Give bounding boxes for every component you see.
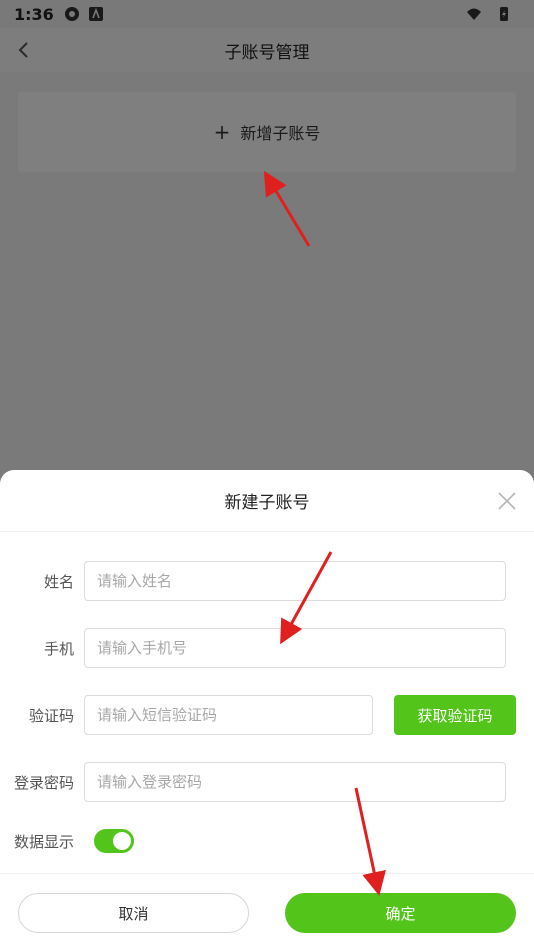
data-display-label: 数据显示 xyxy=(13,832,74,851)
phone-label: 手机 xyxy=(43,639,74,658)
close-icon[interactable] xyxy=(496,490,518,512)
toggle-knob xyxy=(113,832,131,850)
name-label: 姓名 xyxy=(43,572,74,591)
password-input[interactable] xyxy=(84,762,506,802)
password-label: 登录密码 xyxy=(13,773,74,792)
get-code-button[interactable]: 获取验证码 xyxy=(394,695,516,735)
phone-row: 手机 xyxy=(0,628,534,668)
cancel-button[interactable]: 取消 xyxy=(18,893,249,933)
new-subaccount-sheet: 新建子账号 姓名 手机 验证码 获取验证码 登录密码 数据显示 取消 确定 xyxy=(0,470,534,950)
verification-code-input[interactable] xyxy=(84,695,373,735)
data-display-toggle[interactable] xyxy=(94,829,134,853)
sheet-header: 新建子账号 xyxy=(0,470,534,532)
code-label: 验证码 xyxy=(28,706,74,725)
data-display-row: 数据显示 xyxy=(0,821,534,861)
name-input[interactable] xyxy=(84,561,506,601)
sheet-title: 新建子账号 xyxy=(224,493,310,513)
sheet-footer: 取消 确定 xyxy=(0,873,534,950)
phone-input[interactable] xyxy=(84,628,506,668)
name-row: 姓名 xyxy=(0,561,534,601)
verification-code-row: 验证码 获取验证码 xyxy=(0,695,534,735)
confirm-button[interactable]: 确定 xyxy=(285,893,516,933)
password-row: 登录密码 xyxy=(0,762,534,802)
